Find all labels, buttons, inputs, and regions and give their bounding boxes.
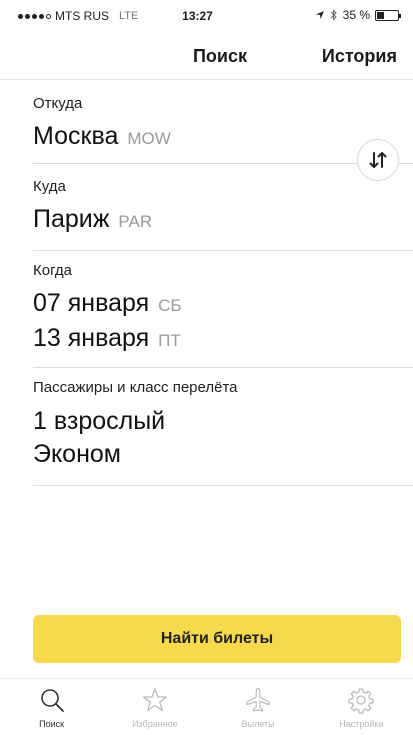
- to-code: PAR: [118, 212, 153, 231]
- tab-departures[interactable]: Вылеты: [207, 679, 310, 735]
- divider: [33, 367, 413, 368]
- divider: [33, 163, 413, 164]
- status-bar: MTS RUS LTE 13:27 35 %: [0, 0, 413, 30]
- travel-class: Эконом: [33, 440, 121, 468]
- return-date[interactable]: 13 января ПТ: [33, 323, 413, 356]
- from-field[interactable]: Откуда Москва MOW: [33, 95, 413, 154]
- history-button[interactable]: История: [322, 46, 397, 67]
- divider: [33, 485, 413, 486]
- when-label: Когда: [33, 262, 72, 279]
- passengers-field[interactable]: Пассажиры и класс перелёта 1 взрослый Эк…: [33, 379, 413, 470]
- return-date-text: 13 января: [33, 324, 150, 352]
- to-label: Куда: [33, 178, 66, 195]
- tab-bar: Поиск Избранное Вылеты Настройки: [0, 678, 413, 735]
- gear-icon: [348, 688, 375, 714]
- tab-settings[interactable]: Настройки: [310, 679, 413, 735]
- tab-label: Настройки: [339, 719, 384, 729]
- dates-field[interactable]: Когда 07 января СБ 13 января ПТ: [33, 262, 413, 356]
- search-icon: [40, 689, 64, 712]
- swap-direction-button[interactable]: [357, 139, 399, 181]
- passenger-count: 1 взрослый: [33, 407, 166, 435]
- divider: [33, 250, 413, 251]
- page-title: Поиск: [192, 46, 248, 66]
- depart-date-text: 07 января: [33, 289, 150, 317]
- passengers-label: Пассажиры и класс перелёта: [33, 379, 238, 396]
- to-field[interactable]: Куда Париж PAR: [33, 178, 413, 237]
- depart-date[interactable]: 07 января СБ: [33, 288, 413, 321]
- battery-level: [377, 11, 384, 19]
- battery-icon: [375, 9, 401, 21]
- star-icon: [142, 688, 168, 712]
- location-arrow-icon: [315, 11, 324, 19]
- to-city: Париж: [33, 205, 110, 233]
- tab-label: Вылеты: [241, 719, 275, 729]
- bluetooth-icon: [330, 9, 337, 21]
- battery-percent: 35 %: [342, 8, 370, 22]
- depart-weekday: СБ: [158, 296, 182, 315]
- return-weekday: ПТ: [158, 331, 181, 350]
- clock: 13:27: [182, 9, 213, 23]
- from-code: MOW: [127, 129, 171, 148]
- find-tickets-button[interactable]: Найти билеты: [33, 615, 401, 663]
- from-label: Откуда: [33, 95, 83, 112]
- swap-arrows-icon: [369, 152, 387, 168]
- nav-bar: Поиск История: [0, 30, 413, 80]
- airplane-icon: [246, 687, 270, 712]
- from-city: Москва: [33, 122, 119, 150]
- tab-label: Избранное: [132, 719, 178, 729]
- tab-label: Поиск: [39, 719, 65, 729]
- tab-search[interactable]: Поиск: [0, 679, 103, 735]
- status-right: 35 %: [315, 8, 401, 22]
- tab-favorites[interactable]: Избранное: [103, 679, 206, 735]
